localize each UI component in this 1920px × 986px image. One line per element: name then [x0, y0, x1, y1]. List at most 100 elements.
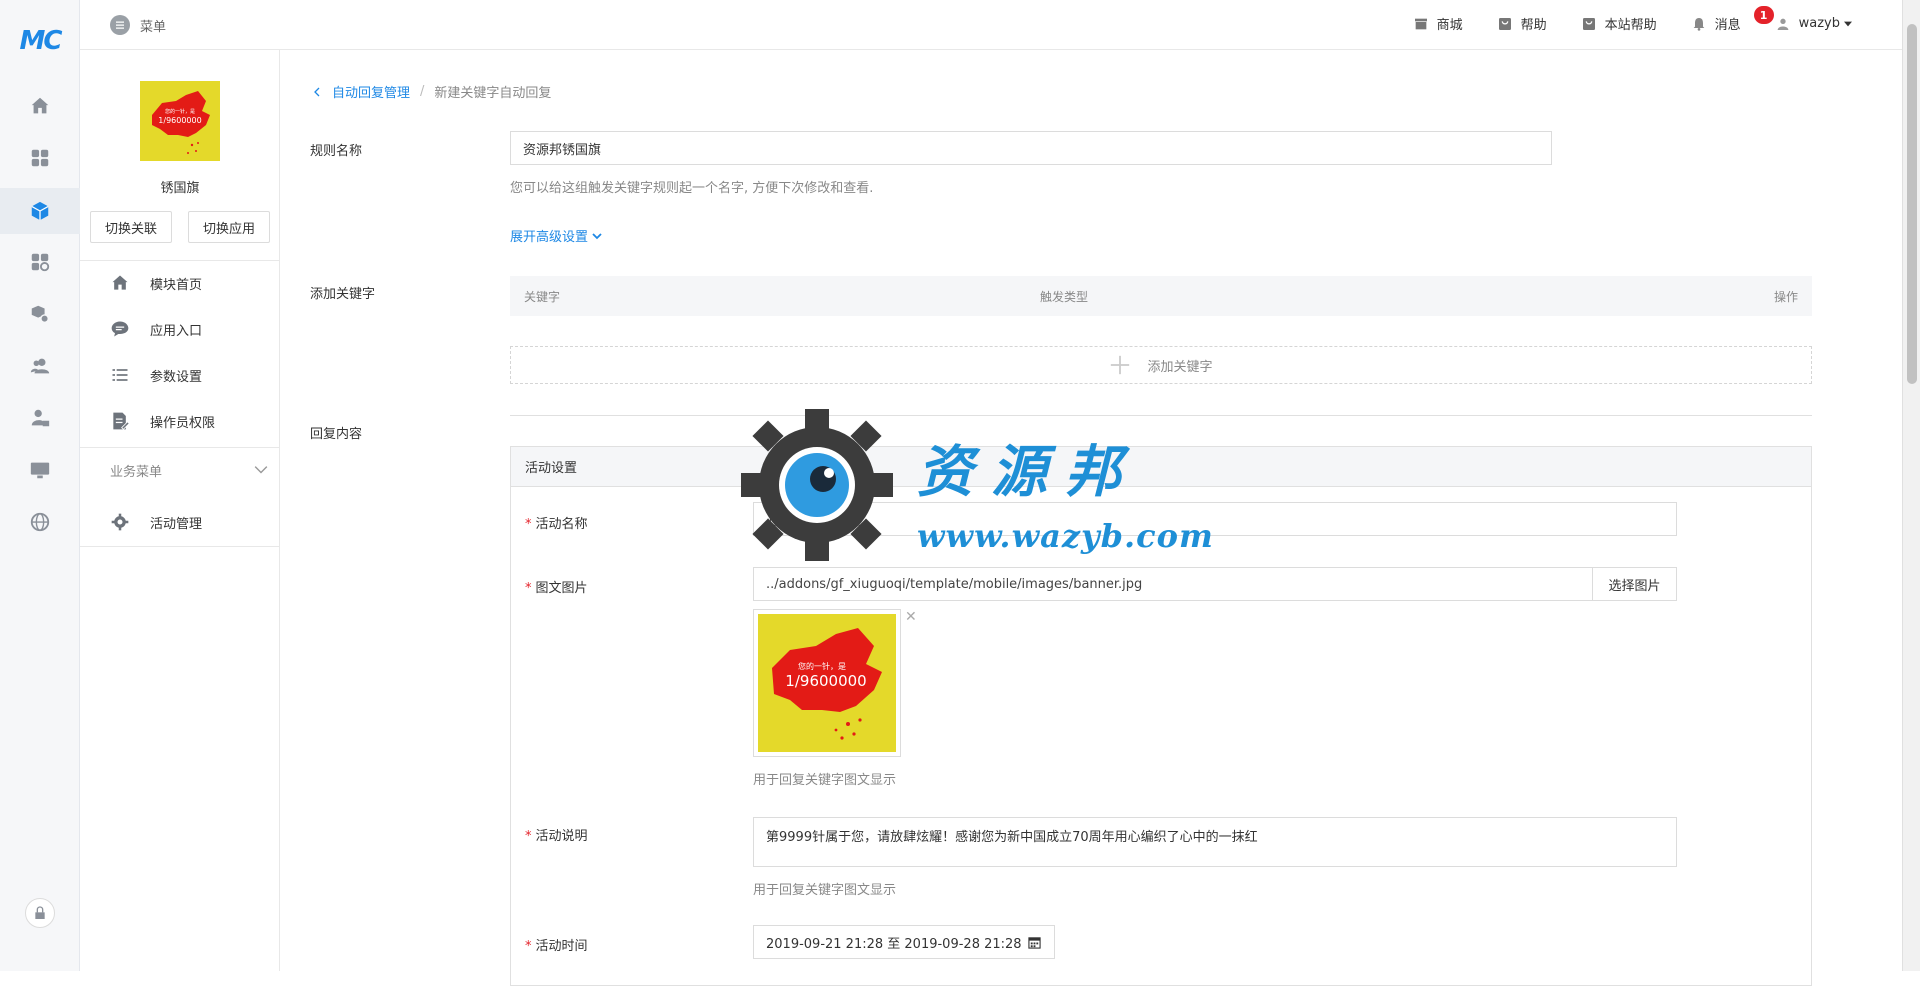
image-preview-wrap: 您的一针，是 1/9600000 ✕	[753, 609, 917, 759]
bell-icon	[1693, 17, 1704, 31]
sidebar-item-activity-management[interactable]: 活动管理	[80, 502, 280, 542]
scrollbar-thumb[interactable]	[1907, 24, 1917, 384]
help-bag-icon	[1582, 17, 1595, 30]
caret-down-icon	[1844, 21, 1852, 26]
sidebar-item-app-entry[interactable]: 应用入口	[80, 309, 280, 349]
description-label: * 活动说明	[525, 825, 588, 844]
sidebar-item-params[interactable]: 参数设置	[80, 355, 280, 395]
username: wazyb	[1798, 16, 1840, 31]
switch-app-button[interactable]: 切换应用	[188, 211, 270, 243]
sidebar-item-module-home[interactable]: 模块首页	[80, 263, 280, 303]
lock-icon[interactable]	[25, 898, 55, 928]
site-help-link[interactable]: 本站帮助	[1581, 14, 1657, 33]
breadcrumb-parent[interactable]: 自动回复管理	[332, 82, 410, 101]
help-bag-icon	[1498, 17, 1511, 30]
chevron-down-icon	[592, 232, 602, 239]
box-gear-icon[interactable]	[26, 300, 54, 328]
apps-grid-icon[interactable]	[26, 144, 54, 172]
sidebar-item-label: 应用入口	[150, 323, 203, 339]
breadcrumb: 自动回复管理 / 新建关键字自动回复	[312, 82, 551, 101]
gear-icon	[111, 513, 129, 531]
rule-name-hint: 您可以给这组触发关键字规则起一个名字, 方便下次修改和查看.	[510, 181, 874, 196]
sidebar-item-label: 参数设置	[150, 369, 203, 385]
date-range-input[interactable]: 2019-09-21 21:28 至 2019-09-28 21:28	[753, 925, 1055, 959]
preview-number: 1/9600000	[785, 672, 866, 690]
globe-icon[interactable]	[26, 508, 54, 536]
module-grid-icon[interactable]	[26, 248, 54, 276]
sidebar-item-label: 模块首页	[150, 277, 203, 293]
reply-content-label: 回复内容	[310, 427, 363, 442]
time-label: * 活动时间	[525, 935, 588, 954]
activity-name-label: * 活动名称	[525, 513, 588, 532]
label-text: 图文图片	[535, 581, 588, 596]
store-link[interactable]: 商城	[1413, 14, 1463, 33]
module-sidebar: 您的一针，是 1/9600000 锈国旗 切换关联 切换应用 模块首页 应用入口…	[80, 50, 280, 971]
header-action: 操作	[1773, 290, 1798, 304]
message-count-badge: 1	[1753, 6, 1774, 24]
rule-name-input[interactable]: 资源邦锈国旗	[510, 131, 1552, 165]
menu-toggle[interactable]: 菜单	[110, 15, 166, 35]
required-mark: *	[525, 517, 532, 532]
required-mark: *	[525, 581, 532, 596]
watermark-gear-logo	[741, 409, 893, 561]
image-label: * 图文图片	[525, 577, 588, 596]
banner-image: 您的一针，是 1/9600000	[758, 614, 896, 752]
advanced-settings-label: 展开高级设置	[510, 230, 589, 245]
rule-name-label: 规则名称	[310, 144, 363, 159]
keyword-table-header: 关键字 触发类型 操作	[510, 276, 1812, 316]
app-logo[interactable]: MC	[14, 26, 66, 56]
image-preview: 您的一针，是 1/9600000	[753, 609, 901, 757]
chevron-down-icon	[254, 466, 268, 474]
chat-icon	[111, 321, 129, 337]
sidebar-item-operator-permissions[interactable]: 操作员权限	[80, 401, 280, 441]
choose-image-button[interactable]: 选择图片	[1592, 567, 1677, 601]
divider	[80, 546, 280, 547]
users-icon[interactable]	[26, 352, 54, 380]
advanced-settings-toggle[interactable]: 展开高级设置	[510, 226, 603, 245]
app-name: 锈国旗	[160, 181, 200, 196]
home-icon[interactable]	[26, 92, 54, 120]
add-keyword-button[interactable]: 添加关键字	[510, 346, 1812, 384]
plus-icon	[1111, 355, 1130, 375]
watermark-url: www.wazyb.com	[917, 517, 1214, 555]
store-icon	[1414, 18, 1427, 29]
image-hint: 用于回复关键字图文显示	[753, 773, 897, 788]
divider	[80, 260, 280, 261]
add-keyword-btn-label: 添加关键字	[1147, 359, 1213, 375]
help-label: 帮助	[1520, 18, 1547, 33]
watermark: 资源邦 www.wazyb.com	[737, 405, 1213, 565]
calendar-icon	[1027, 936, 1041, 949]
date-range-value: 2019-09-21 21:28 至 2019-09-28 21:28	[766, 936, 1022, 952]
description-textarea[interactable]: 第9999针属于您，请放肆炫耀！感谢您为新中国成立70周年用心编织了心中的一抹红	[753, 817, 1677, 867]
divider	[80, 447, 280, 448]
menu-list-icon	[110, 15, 130, 35]
required-mark: *	[525, 829, 532, 844]
switch-link-button[interactable]: 切换关联	[90, 211, 172, 243]
store-label: 商城	[1436, 18, 1463, 33]
sidebar-item-label: 操作员权限	[150, 415, 216, 431]
business-menu-group[interactable]: 业务菜单	[80, 450, 280, 490]
preview-caption: 您的一针，是	[798, 661, 846, 671]
thumb-number: 1/9600000	[158, 116, 201, 125]
help-link[interactable]: 帮助	[1497, 14, 1547, 33]
cube-icon[interactable]	[0, 188, 80, 234]
breadcrumb-current: 新建关键字自动回复	[434, 86, 552, 101]
label-text: 活动时间	[535, 939, 588, 954]
image-path-input[interactable]: ../addons/gf_xiuguoqi/template/mobile/im…	[753, 567, 1593, 601]
top-bar: 菜单 商城 帮助 本站帮助 消息 1 wazyb	[80, 0, 1902, 50]
label-text: 活动说明	[535, 829, 588, 844]
remove-image-icon[interactable]: ✕	[905, 609, 917, 625]
list-icon	[112, 369, 128, 381]
user-menu[interactable]: wazyb	[1775, 16, 1852, 32]
breadcrumb-separator: /	[420, 84, 425, 99]
user-lock-icon[interactable]	[26, 404, 54, 432]
app-thumbnail: 您的一针，是 1/9600000	[140, 81, 220, 161]
top-links: 商城 帮助 本站帮助 消息 1 wazyb	[1413, 6, 1852, 33]
home-icon	[112, 275, 128, 290]
monitor-icon[interactable]	[26, 456, 54, 484]
page-scrollbar[interactable]	[1902, 0, 1920, 971]
messages-link[interactable]: 消息 1	[1691, 6, 1774, 33]
sidebar-item-label: 活动管理	[150, 516, 203, 532]
messages-label: 消息	[1714, 18, 1741, 33]
required-mark: *	[525, 939, 532, 954]
